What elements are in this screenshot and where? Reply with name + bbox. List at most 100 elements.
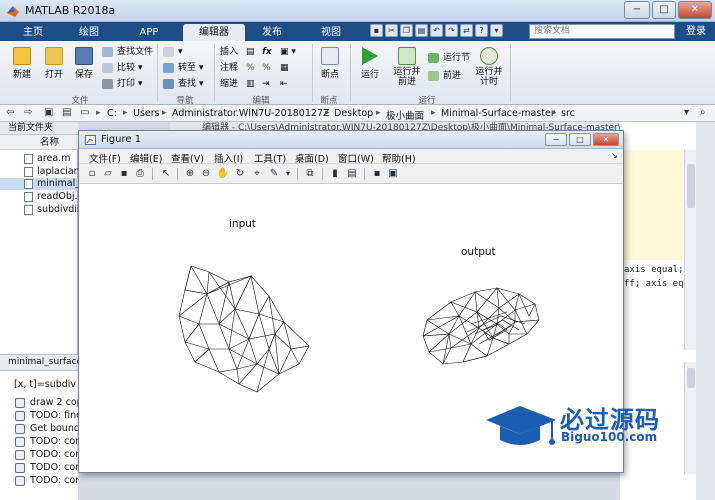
smart-indent-icon[interactable]: ▥: [246, 77, 255, 91]
history-item[interactable]: TODO: find...: [0, 409, 78, 422]
browse-folder-icon[interactable]: ▣: [44, 107, 53, 118]
login-button[interactable]: 登录: [680, 23, 712, 40]
save-icon[interactable]: ▪: [370, 24, 383, 37]
code-line[interactable]: axis equal;: [624, 265, 684, 275]
print-figure-icon[interactable]: ⎙: [133, 167, 147, 181]
tab-publish[interactable]: 发布: [246, 24, 298, 41]
search-folder-icon[interactable]: ⌕: [700, 107, 706, 118]
rotate-3d-icon[interactable]: ↻: [233, 167, 247, 181]
path-segment[interactable]: 极小曲面: [386, 108, 424, 122]
paste-icon[interactable]: ▤: [415, 24, 428, 37]
tab-home[interactable]: 主页: [8, 24, 58, 41]
uncomment-icon[interactable]: %: [262, 61, 271, 75]
menu-dock-arrow-icon[interactable]: ↘: [611, 151, 618, 160]
cut-icon[interactable]: ✂: [385, 24, 398, 37]
run-time-button[interactable]: 运行并计时: [474, 47, 504, 87]
details-bar[interactable]: minimal_surface...: [0, 354, 78, 371]
figure-title-bar[interactable]: Figure 1 − □ ✕: [79, 131, 623, 149]
advance-button[interactable]: 前进: [428, 69, 461, 83]
link-plot-icon[interactable]: ⧉: [303, 167, 317, 181]
decrease-indent-icon[interactable]: ⇤: [280, 77, 288, 91]
find-button[interactable]: 查找 ▾: [163, 77, 203, 91]
insert-options-icon[interactable]: ▣ ▾: [280, 45, 296, 59]
insert-legend-icon[interactable]: ▤: [345, 167, 359, 181]
path-segment[interactable]: Users: [133, 108, 160, 119]
maximize-button[interactable]: □: [652, 1, 676, 19]
column-header-name[interactable]: 名称: [0, 135, 78, 150]
search-input[interactable]: 搜索文档: [529, 24, 675, 39]
forward-arrow-icon[interactable]: ⇨: [24, 107, 32, 118]
path-segment[interactable]: Desktop: [334, 108, 373, 119]
data-cursor-icon[interactable]: ⌖: [250, 167, 264, 181]
menu-edit[interactable]: 编辑(E): [130, 151, 162, 165]
find-files-button[interactable]: 查找文件: [102, 45, 153, 59]
editor-scrollbar[interactable]: [684, 150, 696, 350]
command-line[interactable]: [x, t]=subdivdi...: [14, 379, 76, 390]
goto-button[interactable]: 转至 ▾: [163, 61, 203, 75]
new-button[interactable]: 新建: [6, 47, 38, 80]
save-figure-icon[interactable]: ▪: [117, 167, 131, 181]
insert-colorbar-icon[interactable]: ▮: [328, 167, 342, 181]
fx-icon[interactable]: fx: [262, 45, 272, 59]
history-item[interactable]: TODO: con...: [0, 461, 78, 474]
run-section-button[interactable]: 运行节: [428, 51, 470, 65]
zoom-in-icon[interactable]: ⊕: [183, 167, 197, 181]
insert-section-icon[interactable]: ▤: [246, 45, 255, 59]
tab-view[interactable]: 视图: [305, 24, 357, 41]
history-item[interactable]: TODO: con...: [0, 448, 78, 461]
nav-back-button[interactable]: ▾: [163, 45, 183, 59]
tab-editor[interactable]: 编辑器: [183, 24, 245, 41]
path-segment[interactable]: Minimal-Surface-master: [441, 108, 555, 119]
print-button[interactable]: 打印 ▾: [102, 77, 142, 91]
menu-desktop[interactable]: 桌面(D): [295, 151, 329, 165]
tab-plots[interactable]: 绘图: [64, 24, 114, 41]
command-scroll-thumb[interactable]: [687, 368, 695, 388]
dropdown-icon[interactable]: ▾: [490, 24, 503, 37]
figure-minimize-button[interactable]: −: [545, 133, 567, 146]
pan-icon[interactable]: ✋: [216, 167, 230, 181]
menu-view[interactable]: 查看(V): [171, 151, 204, 165]
figure-maximize-button[interactable]: □: [569, 133, 591, 146]
comment-percent-icon[interactable]: %: [246, 61, 255, 75]
file-row[interactable]: area.m: [0, 153, 78, 165]
file-row[interactable]: laplacian...: [0, 166, 78, 178]
run-button[interactable]: 运行: [356, 47, 384, 80]
switch-windows-icon[interactable]: ⇄: [460, 24, 473, 37]
path-segment[interactable]: C:: [107, 108, 117, 119]
code-line[interactable]: ff; axis eq: [624, 279, 684, 289]
history-item[interactable]: draw 2 cop...: [0, 396, 78, 409]
file-row[interactable]: subdivdis...: [0, 204, 78, 216]
insert-button[interactable]: 插入: [220, 45, 238, 59]
menu-tools[interactable]: 工具(T): [254, 151, 286, 165]
up-folder-icon[interactable]: ▤: [62, 107, 71, 118]
history-item[interactable]: TODO: con...: [0, 474, 78, 487]
copy-icon[interactable]: ❐: [400, 24, 413, 37]
new-figure-icon[interactable]: ▫: [85, 167, 99, 181]
run-advance-button[interactable]: 运行并前进: [392, 47, 422, 87]
close-button[interactable]: ✕: [678, 1, 712, 19]
figure-close-button[interactable]: ✕: [593, 133, 619, 146]
minimize-button[interactable]: −: [624, 1, 650, 19]
hide-plot-tools-icon[interactable]: ▪: [370, 167, 384, 181]
zoom-out-icon[interactable]: ⊖: [199, 167, 213, 181]
redo-icon[interactable]: ↷: [445, 24, 458, 37]
brush-dropdown-icon[interactable]: ▾: [281, 167, 295, 181]
menu-window[interactable]: 窗口(W): [338, 151, 374, 165]
edit-plot-icon[interactable]: ↖: [159, 167, 173, 181]
open-button[interactable]: 打开: [40, 47, 68, 80]
back-arrow-icon[interactable]: ⇦: [6, 107, 14, 118]
address-dropdown-icon[interactable]: ▾: [684, 107, 689, 118]
command-scrollbar[interactable]: [684, 362, 696, 474]
history-item[interactable]: TODO: con...: [0, 435, 78, 448]
path-segment[interactable]: Administrator.WIN7U-20180127Z: [172, 108, 330, 119]
open-file-icon[interactable]: ▱: [101, 167, 115, 181]
comment-button[interactable]: 注释: [220, 61, 238, 75]
file-row[interactable]: readObj.m: [0, 191, 78, 203]
brush-icon[interactable]: ✎: [267, 167, 281, 181]
tab-apps[interactable]: APP: [121, 24, 177, 41]
indent-button[interactable]: 缩进: [220, 77, 238, 91]
wrap-comments-icon[interactable]: ▦: [280, 61, 289, 75]
menu-insert[interactable]: 插入(I): [214, 151, 243, 165]
path-segment[interactable]: src: [561, 108, 575, 119]
history-item[interactable]: Get bound...: [0, 422, 78, 435]
